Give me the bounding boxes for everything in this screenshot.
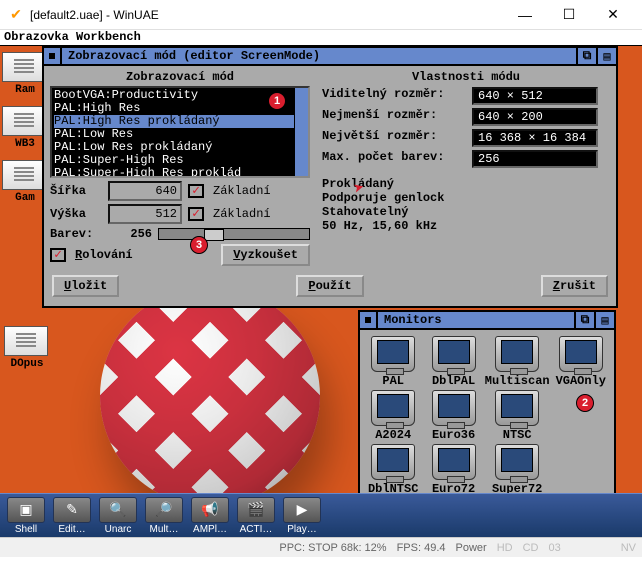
drawer-icon — [4, 326, 48, 356]
monitor-item[interactable]: PAL — [364, 336, 422, 388]
status-ppc: PPC: STOP 68k: 12% — [279, 542, 386, 554]
dock-item[interactable]: 🎬ACTI… — [234, 497, 278, 535]
monitors-close-gadget[interactable] — [360, 312, 378, 328]
status-nv: NV — [621, 542, 636, 554]
try-button[interactable]: Vyzkoušet — [221, 244, 310, 266]
badge-1: 1 — [268, 92, 286, 110]
monitors-title: Monitors — [378, 313, 574, 327]
status-power: Power — [456, 542, 487, 554]
maximize-button[interactable]: ☐ — [548, 4, 590, 26]
close-button[interactable]: ✕ — [592, 4, 634, 26]
dock-item[interactable]: 🔍Unarc — [96, 497, 140, 535]
monitor-item[interactable]: Euro72 — [424, 444, 482, 496]
monitor-item[interactable]: Multiscan — [485, 336, 550, 388]
edit-icon: ✎ — [53, 497, 91, 523]
app-icon: ✔ — [8, 7, 24, 23]
workbench-title: Obrazovka Workbench — [0, 30, 642, 46]
unarc-icon: 🔍 — [99, 497, 137, 523]
monitor-item[interactable]: DblNTSC — [364, 444, 422, 496]
drawer-icon — [2, 52, 46, 82]
monitor-item[interactable]: NTSC — [485, 390, 550, 442]
monitor-icon — [371, 390, 415, 426]
drawer-icon — [2, 106, 46, 136]
prop-maxcolors-value: 256 — [472, 150, 598, 168]
feature-freq: 50 Hz, 15,60 kHz — [322, 219, 610, 233]
os-titlebar: ✔ [default2.uae] - WinUAE — ☐ ✕ — [0, 0, 642, 30]
emulator-statusbar: PPC: STOP 68k: 12% FPS: 49.4 Power HD CD… — [0, 537, 642, 557]
monitor-icon — [432, 390, 476, 426]
zoom-gadget[interactable]: ⧉ — [576, 48, 596, 64]
dock-item[interactable]: ▣Shell — [4, 497, 48, 535]
monitor-item[interactable]: VGAOnly — [552, 336, 610, 388]
basic-label: Základní — [213, 207, 271, 221]
multiview-icon: 🔎 — [145, 497, 183, 523]
amidock: ▣Shell ✎Edit… 🔍Unarc 🔎Mult… 📢AMPl… 🎬ACTI… — [0, 493, 642, 537]
monitor-icon — [559, 336, 603, 372]
height-default-checkbox[interactable] — [188, 207, 204, 221]
monitor-icon — [495, 390, 539, 426]
dock-item[interactable]: ✎Edit… — [50, 497, 94, 535]
use-button[interactable]: Použít — [296, 275, 363, 297]
group-right-title: Vlastnosti módu — [322, 70, 610, 84]
width-input[interactable] — [108, 181, 182, 201]
width-label: Šířka — [50, 184, 102, 198]
status-cd: CD — [523, 542, 539, 554]
scroll-checkbox[interactable] — [50, 248, 66, 262]
shell-icon: ▣ — [7, 497, 45, 523]
amplifier-icon: 📢 — [191, 497, 229, 523]
monitor-icon — [432, 444, 476, 480]
workbench-desktop[interactable]: Ram WB3 Gam DOpus Zobrazovací mód (edito… — [0, 46, 642, 493]
monitor-item[interactable]: DblPAL — [424, 336, 482, 388]
save-button[interactable]: Uložit — [52, 275, 119, 297]
monitor-item[interactable]: Euro36 — [424, 390, 482, 442]
monitors-window: Monitors ⧉ ▤ PALDblPALMultiscanVGAOnly A2… — [358, 310, 616, 510]
zoom-gadget[interactable]: ⧉ — [574, 312, 594, 328]
badge-3: 3 — [190, 236, 208, 254]
dock-item[interactable]: 📢AMPl… — [188, 497, 232, 535]
height-label: Výška — [50, 207, 102, 221]
feature-draggable: Stahovatelný — [322, 205, 610, 219]
boing-ball-background — [100, 286, 320, 506]
colors-slider[interactable] — [158, 228, 310, 240]
cancel-button[interactable]: Zrušit — [541, 275, 608, 297]
mode-list-scrollbar[interactable] — [294, 88, 308, 176]
depth-gadget[interactable]: ▤ — [596, 48, 616, 64]
drawer-icon — [2, 160, 46, 190]
group-left-title: Zobrazovací mód — [50, 70, 310, 84]
badge-2: 2 — [576, 394, 594, 412]
action-icon: 🎬 — [237, 497, 275, 523]
monitor-item[interactable]: A2024 — [364, 390, 422, 442]
desktop-icon-dopus[interactable]: DOpus — [4, 326, 50, 370]
monitor-icon — [432, 336, 476, 372]
window-title: [default2.uae] - WinUAE — [30, 8, 504, 22]
dock-item[interactable]: ▶Play… — [280, 497, 324, 535]
height-input[interactable] — [108, 204, 182, 224]
status-hd: HD — [497, 542, 513, 554]
play-icon: ▶ — [283, 497, 321, 523]
status-num: 03 — [548, 542, 560, 554]
status-fps: FPS: 49.4 — [397, 542, 446, 554]
monitor-item — [552, 444, 610, 496]
prop-min-value: 640 × 200 — [472, 108, 598, 126]
colors-label: Barev: — [50, 227, 102, 241]
monitor-item[interactable]: Super72 — [485, 444, 550, 496]
dock-item[interactable]: 🔎Mult… — [142, 497, 186, 535]
monitor-icon — [495, 444, 539, 480]
monitor-icon — [495, 336, 539, 372]
list-item[interactable]: PAL:Super-High Res proklád — [54, 167, 306, 178]
screenmode-close-gadget[interactable] — [44, 48, 62, 64]
basic-label: Základní — [213, 184, 271, 198]
screenmode-title: Zobrazovací mód (editor ScreenMode) — [62, 49, 576, 63]
width-default-checkbox[interactable] — [188, 184, 204, 198]
monitor-icon — [371, 336, 415, 372]
monitor-icon — [371, 444, 415, 480]
colors-value: 256 — [108, 227, 152, 241]
depth-gadget[interactable]: ▤ — [594, 312, 614, 328]
prop-visible-value: 640 × 512 — [472, 87, 598, 105]
scroll-label: Rolování — [75, 248, 133, 262]
minimize-button[interactable]: — — [504, 4, 546, 26]
screenmode-window: Zobrazovací mód (editor ScreenMode) ⧉ ▤ … — [42, 46, 618, 308]
prop-max-value: 16 368 × 16 384 — [472, 129, 598, 147]
